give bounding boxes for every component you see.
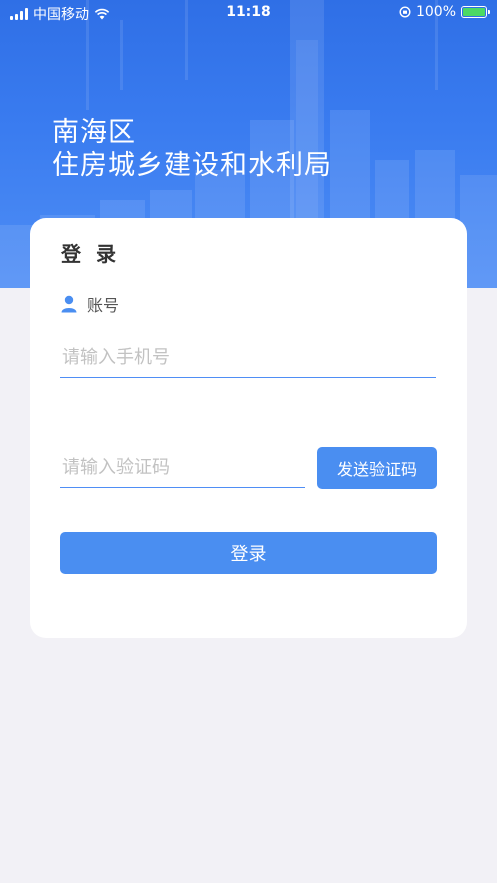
user-icon [61,295,77,313]
hero-title-line2: 住房城乡建设和水利局 [52,150,332,181]
send-code-button[interactable]: 发送验证码 [317,447,437,489]
battery-icon [461,6,490,18]
phone-input[interactable] [60,338,436,378]
hero-title-line1: 南海区 [52,117,136,148]
battery-fill [463,8,485,16]
account-label-row: 账号 [61,292,119,316]
login-title: 登 录 [61,242,120,266]
login-button[interactable]: 登录 [60,532,437,574]
account-label: 账号 [87,296,120,315]
battery-percent: 100% [415,4,456,20]
login-card: 登 录 账号 发送验证码 登录 [30,218,467,638]
verification-code-input[interactable] [60,448,305,488]
hero-title: 南海区 住房城乡建设和水利局 [52,116,332,182]
status-right: 100% [399,4,490,20]
status-bar: 中国移动 11:18 100% [0,0,497,26]
orientation-lock-icon [399,6,411,18]
